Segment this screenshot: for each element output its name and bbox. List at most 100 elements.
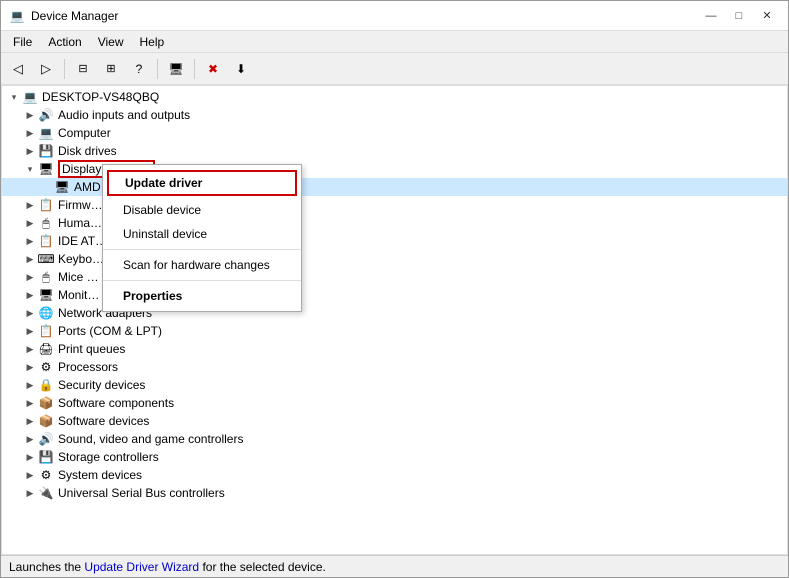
sec-expander: ▶ — [22, 377, 38, 393]
kb-icon: ⌨ — [38, 251, 54, 267]
tree-item-sw-comp[interactable]: ▶ 📦 Software components — [2, 394, 787, 412]
menu-help[interactable]: Help — [132, 33, 173, 51]
minimize-button[interactable]: — — [698, 6, 724, 26]
mice-label: Mice … — [58, 270, 99, 284]
window-title: Device Manager — [31, 9, 698, 23]
kb-expander: ▶ — [22, 251, 38, 267]
proc-label: Processors — [58, 360, 118, 374]
ctx-properties[interactable]: Properties — [103, 284, 301, 308]
uninstall-toolbar-button[interactable]: ✖ — [200, 57, 226, 81]
menu-bar: File Action View Help — [1, 31, 788, 53]
computer-label: Computer — [58, 126, 111, 140]
tree-item-disk[interactable]: ▶ 💾 Disk drives — [2, 142, 787, 160]
sound-icon: 🔊 — [38, 431, 54, 447]
sec-icon: 🔒 — [38, 377, 54, 393]
storage-label: Storage controllers — [58, 450, 159, 464]
title-bar: 💻 Device Manager — □ ✕ — [1, 1, 788, 31]
amd-expander — [38, 179, 54, 195]
toolbar-sep1 — [64, 59, 65, 79]
firmware-icon: 📋 — [38, 197, 54, 213]
computer-expander: ▶ — [22, 125, 38, 141]
toolbar: ◁ ▷ ⊟ ⊞ ? 🖥 ✖ ⬇ — [1, 53, 788, 85]
sys-expander: ▶ — [22, 467, 38, 483]
amd-icon: 🖥 — [54, 179, 70, 195]
menu-view[interactable]: View — [90, 33, 132, 51]
swd-label: Software devices — [58, 414, 149, 428]
tree-item-sw-dev[interactable]: ▶ 📦 Software devices — [2, 412, 787, 430]
forward-button[interactable]: ▷ — [33, 57, 59, 81]
mon-expander: ▶ — [22, 287, 38, 303]
ide-icon: 📋 — [38, 233, 54, 249]
storage-expander: ▶ — [22, 449, 38, 465]
computer-icon: 💻 — [22, 89, 38, 105]
usb-icon: 🔌 — [38, 485, 54, 501]
proc-icon: ⚙ — [38, 359, 54, 375]
mice-expander: ▶ — [22, 269, 38, 285]
device-manager-window: 💻 Device Manager — □ ✕ File Action View … — [0, 0, 789, 578]
update-driver-toolbar-button[interactable]: ⊞ — [98, 57, 124, 81]
scan-hardware-toolbar-button[interactable]: ⬇ — [228, 57, 254, 81]
swd-expander: ▶ — [22, 413, 38, 429]
tree-item-ports[interactable]: ▶ 📋 Ports (COM & LPT) — [2, 322, 787, 340]
ctx-scan-hardware[interactable]: Scan for hardware changes — [103, 253, 301, 277]
properties-button[interactable]: ⊟ — [70, 57, 96, 81]
sys-label: System devices — [58, 468, 142, 482]
ide-label: IDE AT… — [58, 234, 107, 248]
help-toolbar-button[interactable]: ? — [126, 57, 152, 81]
swc-expander: ▶ — [22, 395, 38, 411]
menu-file[interactable]: File — [5, 33, 40, 51]
tree-item-system[interactable]: ▶ ⚙ System devices — [2, 466, 787, 484]
swd-icon: 📦 — [38, 413, 54, 429]
hid-icon: 🖱 — [38, 215, 54, 231]
tree-item-computer[interactable]: ▶ 💻 Computer — [2, 124, 787, 142]
main-area: ▾ 💻 DESKTOP-VS48QBQ ▶ 🔊 Audio inputs and… — [1, 85, 788, 555]
status-bar: Launches the Update Driver Wizard for th… — [1, 555, 788, 577]
mice-icon: 🖱 — [38, 269, 54, 285]
display-computer-button[interactable]: 🖥 — [163, 57, 189, 81]
tree-item-sound[interactable]: ▶ 🔊 Sound, video and game controllers — [2, 430, 787, 448]
swc-label: Software components — [58, 396, 174, 410]
window-controls: — □ ✕ — [698, 6, 780, 26]
device-tree[interactable]: ▾ 💻 DESKTOP-VS48QBQ ▶ 🔊 Audio inputs and… — [1, 85, 788, 555]
toolbar-sep2 — [157, 59, 158, 79]
disk-icon: 💾 — [38, 143, 54, 159]
tree-item-security[interactable]: ▶ 🔒 Security devices — [2, 376, 787, 394]
audio-expander: ▶ — [22, 107, 38, 123]
ctx-update-driver[interactable]: Update driver — [107, 170, 297, 196]
tree-item-print[interactable]: ▶ 🖨 Print queues — [2, 340, 787, 358]
ports-expander: ▶ — [22, 323, 38, 339]
ide-expander: ▶ — [22, 233, 38, 249]
net-icon: 🌐 — [38, 305, 54, 321]
hid-label: Huma… — [58, 216, 102, 230]
display-expander: ▾ — [22, 161, 38, 177]
audio-icon: 🔊 — [38, 107, 54, 123]
ctx-disable-device[interactable]: Disable device — [103, 198, 301, 222]
storage-icon: 💾 — [38, 449, 54, 465]
print-label: Print queues — [58, 342, 125, 356]
tree-item-usb[interactable]: ▶ 🔌 Universal Serial Bus controllers — [2, 484, 787, 502]
back-button[interactable]: ◁ — [5, 57, 31, 81]
sys-icon: ⚙ — [38, 467, 54, 483]
ctx-sep1 — [103, 249, 301, 250]
sec-label: Security devices — [58, 378, 145, 392]
tree-item-processors[interactable]: ▶ ⚙ Processors — [2, 358, 787, 376]
tree-root[interactable]: ▾ 💻 DESKTOP-VS48QBQ — [2, 88, 787, 106]
net-expander: ▶ — [22, 305, 38, 321]
ports-label: Ports (COM & LPT) — [58, 324, 162, 338]
kb-label: Keybo… — [58, 252, 104, 266]
tree-item-storage[interactable]: ▶ 💾 Storage controllers — [2, 448, 787, 466]
maximize-button[interactable]: □ — [726, 6, 752, 26]
display-icon: 🖥 — [38, 161, 54, 177]
status-highlight: Update Driver Wizard — [84, 560, 199, 574]
menu-action[interactable]: Action — [40, 33, 89, 51]
root-expander: ▾ — [6, 89, 22, 105]
ports-icon: 📋 — [38, 323, 54, 339]
status-text: Launches the Update Driver Wizard for th… — [9, 560, 326, 574]
firmware-expander: ▶ — [22, 197, 38, 213]
ctx-sep2 — [103, 280, 301, 281]
close-button[interactable]: ✕ — [754, 6, 780, 26]
ctx-uninstall-device[interactable]: Uninstall device — [103, 222, 301, 246]
print-expander: ▶ — [22, 341, 38, 357]
tree-item-audio[interactable]: ▶ 🔊 Audio inputs and outputs — [2, 106, 787, 124]
title-icon: 💻 — [9, 8, 25, 24]
